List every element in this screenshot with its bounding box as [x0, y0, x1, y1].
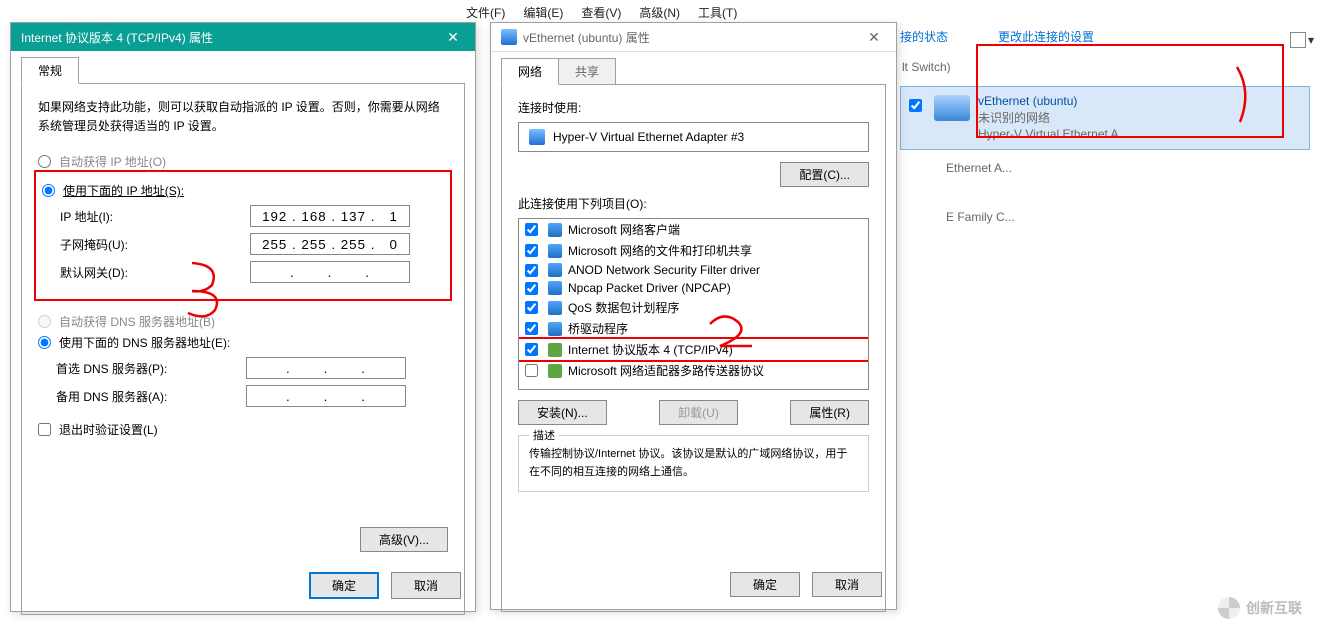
- list-item[interactable]: Microsoft 网络的文件和打印机共享: [519, 240, 868, 261]
- adapter-properties-dialog: vEthernet (ubuntu) 属性 ✕ 网络 共享 连接时使用: Hyp…: [490, 22, 897, 610]
- ok-button[interactable]: 确定: [309, 572, 379, 599]
- list-item[interactable]: 桥驱动程序: [519, 318, 868, 339]
- adapter-item[interactable]: Ethernet A...: [900, 154, 1310, 183]
- view-toggle[interactable]: ▾: [1290, 32, 1314, 48]
- item-label: ANOD Network Security Filter driver: [568, 263, 760, 277]
- item-checkbox[interactable]: [525, 282, 538, 295]
- dns-primary-input[interactable]: [246, 357, 406, 379]
- ip-address-input[interactable]: [250, 205, 410, 227]
- item-checkbox[interactable]: [525, 322, 538, 335]
- item-checkbox[interactable]: [525, 364, 538, 377]
- item-checkbox[interactable]: [525, 301, 538, 314]
- menu-advanced[interactable]: 高级(N): [639, 4, 680, 21]
- network-adapter-icon: [934, 95, 970, 121]
- item-label: QoS 数据包计划程序: [568, 299, 679, 316]
- intro-text: 如果网络支持此功能，则可以获取自动指派的 IP 设置。否则，你需要从网络系统管理…: [38, 98, 448, 135]
- protocol-icon: [548, 263, 562, 277]
- link-change-settings[interactable]: 更改此连接的设置: [998, 28, 1094, 45]
- adapter-title: vEthernet (ubuntu): [978, 93, 1129, 110]
- adapter-device: Hyper-V Virtual Ethernet A...: [978, 126, 1129, 143]
- annotation-number-3: [180, 255, 232, 325]
- dns-secondary-input[interactable]: [246, 385, 406, 407]
- menu-tools[interactable]: 工具(T): [698, 4, 737, 21]
- protocol-icon: [548, 244, 562, 258]
- tab-sharing[interactable]: 共享: [559, 58, 616, 85]
- logo-icon: [1218, 597, 1240, 619]
- list-item[interactable]: Npcap Packet Driver (NPCAP): [519, 279, 868, 297]
- item-label: Npcap Packet Driver (NPCAP): [568, 281, 731, 295]
- item-checkbox[interactable]: [525, 343, 538, 356]
- titlebar: Internet 协议版本 4 (TCP/IPv4) 属性 ✕: [11, 23, 475, 51]
- titlebar: vEthernet (ubuntu) 属性 ✕: [491, 23, 896, 52]
- validate-on-exit-checkbox[interactable]: [38, 423, 51, 436]
- cancel-button[interactable]: 取消: [391, 572, 461, 599]
- connect-using-label: 连接时使用:: [518, 99, 869, 116]
- list-item[interactable]: Microsoft 网络适配器多路传送器协议: [519, 360, 868, 381]
- tab-general[interactable]: 常规: [21, 57, 79, 84]
- properties-button[interactable]: 属性(R): [790, 400, 869, 425]
- items-listbox[interactable]: Microsoft 网络客户端 Microsoft 网络的文件和打印机共享 ANOD…: [518, 218, 869, 390]
- adapter-item[interactable]: E Family C...: [900, 203, 1310, 232]
- tab-network[interactable]: 网络: [501, 58, 559, 85]
- ipv4-properties-dialog: Internet 协议版本 4 (TCP/IPv4) 属性 ✕ 常规 如果网络支…: [10, 22, 476, 612]
- adapter-status: 未识别的网络: [978, 110, 1129, 127]
- dialog-title: vEthernet (ubuntu) 属性: [523, 29, 650, 46]
- uninstall-button: 卸载(U): [659, 400, 738, 425]
- radio-static-ip[interactable]: [42, 184, 55, 197]
- configure-button[interactable]: 配置(C)...: [780, 162, 869, 187]
- adapter-checkbox[interactable]: [909, 99, 922, 112]
- protocol-icon: [548, 322, 562, 336]
- radio-static-dns[interactable]: [38, 336, 51, 349]
- radio-auto-dns: [38, 315, 51, 328]
- description-text: 传输控制协议/Internet 协议。该协议是默认的广域网络协议，用于在不同的相…: [529, 448, 847, 478]
- item-label: Microsoft 网络的文件和打印机共享: [568, 242, 752, 259]
- cancel-button[interactable]: 取消: [812, 572, 882, 597]
- item-checkbox[interactable]: [525, 244, 538, 257]
- install-button[interactable]: 安装(N)...: [518, 400, 607, 425]
- subnet-mask-input[interactable]: [250, 233, 410, 255]
- annotation-mark: [1232, 62, 1262, 132]
- watermark: 创新互联: [1218, 597, 1302, 619]
- protocol-icon: [548, 364, 562, 378]
- advanced-button[interactable]: 高级(V)...: [360, 527, 448, 552]
- link-status[interactable]: 接的状态: [900, 28, 948, 45]
- menubar: 文件(F) 编辑(E) 查看(V) 高级(N) 工具(T): [466, 4, 737, 21]
- item-label: 桥驱动程序: [568, 320, 628, 337]
- ok-button[interactable]: 确定: [730, 572, 800, 597]
- ethernet-icon: [529, 129, 545, 145]
- protocol-icon: [548, 223, 562, 237]
- adapter-small-icon: [501, 29, 517, 45]
- adapter-name-box: Hyper-V Virtual Ethernet Adapter #3: [518, 122, 869, 152]
- item-checkbox[interactable]: [525, 223, 538, 236]
- close-icon[interactable]: ✕: [431, 23, 475, 51]
- item-checkbox[interactable]: [525, 264, 538, 277]
- annotation-number-2: [702, 310, 762, 358]
- protocol-icon: [548, 343, 562, 357]
- item-label: Microsoft 网络客户端: [568, 221, 680, 238]
- radio-auto-ip[interactable]: [38, 155, 51, 168]
- menu-edit[interactable]: 编辑(E): [523, 4, 563, 21]
- protocol-icon: [548, 281, 562, 295]
- protocol-icon: [548, 301, 562, 315]
- menu-file[interactable]: 文件(F): [466, 4, 505, 21]
- close-icon[interactable]: ✕: [852, 23, 896, 51]
- list-item[interactable]: ANOD Network Security Filter driver: [519, 261, 868, 279]
- gateway-input[interactable]: [250, 261, 410, 283]
- list-item[interactable]: QoS 数据包计划程序: [519, 297, 868, 318]
- items-label: 此连接使用下列项目(O):: [518, 195, 869, 212]
- menu-view[interactable]: 查看(V): [581, 4, 621, 21]
- list-item[interactable]: Microsoft 网络客户端: [519, 219, 868, 240]
- dialog-title: Internet 协议版本 4 (TCP/IPv4) 属性: [21, 29, 213, 46]
- item-label: Microsoft 网络适配器多路传送器协议: [568, 362, 764, 379]
- list-item[interactable]: Internet 协议版本 4 (TCP/IPv4): [519, 339, 868, 360]
